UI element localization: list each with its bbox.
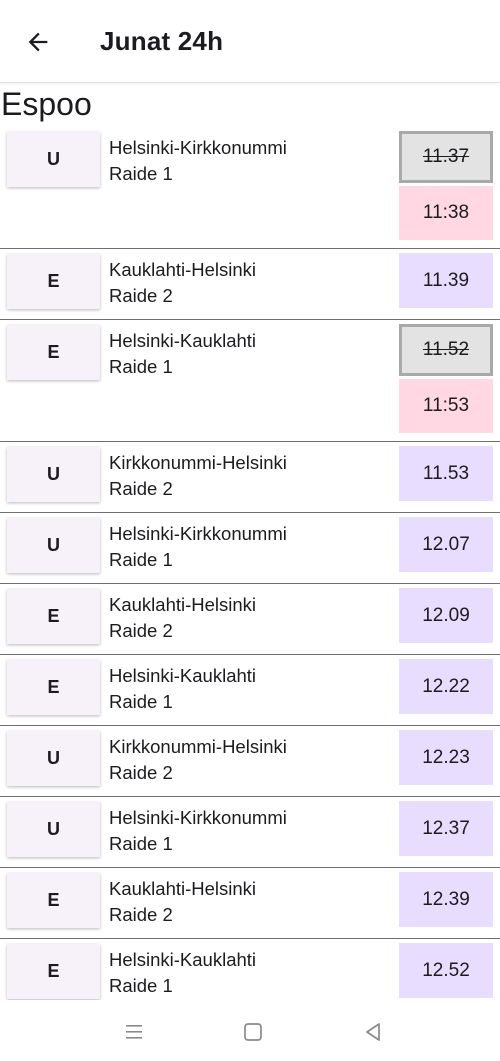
departure-time[interactable]: 12.22 xyxy=(399,659,493,714)
track-label: Raide 1 xyxy=(109,356,173,377)
line-badge[interactable]: U xyxy=(7,802,100,857)
line-badge[interactable]: E xyxy=(7,873,100,928)
route-name: Helsinki-Kauklahti xyxy=(109,949,257,970)
route-name: Kirkkonummi-Helsinki xyxy=(109,452,287,473)
route-info: Helsinki-Kauklahti Raide 1 xyxy=(109,328,256,380)
train-row[interactable]: U Kirkkonummi-Helsinki Raide 2 11.53 xyxy=(0,442,500,513)
line-badge[interactable]: E xyxy=(7,944,100,999)
train-row[interactable]: U Kirkkonummi-Helsinki Raide 2 12.23 xyxy=(0,726,500,797)
route-name: Kauklahti-Helsinki xyxy=(109,259,257,280)
system-back-button[interactable] xyxy=(359,1018,387,1046)
station-name: Espoo xyxy=(1,86,92,122)
train-row[interactable]: U Helsinki-Kirkkonummi Raide 1 11.37 11:38 xyxy=(0,127,500,249)
line-badge[interactable]: U xyxy=(7,132,100,187)
departure-time[interactable]: 12.52 xyxy=(399,943,493,998)
route-info: Helsinki-Kirkkonummi Raide 1 xyxy=(109,521,287,573)
route-info: Helsinki-Kauklahti Raide 1 xyxy=(109,947,256,999)
route-info: Kirkkonummi-Helsinki Raide 2 xyxy=(109,450,287,502)
arrow-back-icon xyxy=(28,32,48,52)
train-row[interactable]: E Kauklahti-Helsinki Raide 2 12.09 xyxy=(0,584,500,655)
line-badge[interactable]: E xyxy=(7,325,100,380)
route-info: Kauklahti-Helsinki Raide 2 xyxy=(109,592,256,644)
departure-time[interactable]: 12.37 xyxy=(399,801,493,856)
back-button[interactable] xyxy=(18,22,58,62)
route-info: Helsinki-Kirkkonummi Raide 1 xyxy=(109,135,287,187)
train-row[interactable]: U Helsinki-Kirkkonummi Raide 1 12.37 xyxy=(0,797,500,868)
recent-apps-icon xyxy=(126,1025,142,1039)
train-row[interactable]: U Helsinki-Kirkkonummi Raide 1 12.07 xyxy=(0,513,500,584)
route-name: Helsinki-Kirkkonummi xyxy=(109,137,287,158)
track-label: Raide 1 xyxy=(109,163,173,184)
train-row[interactable]: E Helsinki-Kauklahti Raide 1 12.22 xyxy=(0,655,500,726)
track-label: Raide 2 xyxy=(109,285,173,306)
track-label: Raide 1 xyxy=(109,833,173,854)
route-name: Helsinki-Kirkkonummi xyxy=(109,523,287,544)
track-label: Raide 2 xyxy=(109,478,173,499)
train-row[interactable]: E Kauklahti-Helsinki Raide 2 11.39 xyxy=(0,249,500,320)
route-name: Kauklahti-Helsinki xyxy=(109,878,257,899)
line-badge[interactable]: E xyxy=(7,589,100,644)
train-row[interactable]: E Helsinki-Kauklahti Raide 1 11.52 11:53 xyxy=(0,320,500,442)
train-row[interactable]: E Kauklahti-Helsinki Raide 2 12.39 xyxy=(0,868,500,939)
page-title: Junat 24h xyxy=(100,26,224,56)
line-badge[interactable]: U xyxy=(7,447,100,502)
line-badge[interactable]: E xyxy=(7,660,100,715)
route-name: Helsinki-Kirkkonummi xyxy=(109,807,287,828)
line-badge[interactable]: E xyxy=(7,254,100,309)
route-info: Kauklahti-Helsinki Raide 2 xyxy=(109,876,256,928)
route-info: Kirkkonummi-Helsinki Raide 2 xyxy=(109,734,287,786)
recent-apps-button[interactable] xyxy=(120,1018,148,1046)
departure-time[interactable]: 12.23 xyxy=(399,730,493,785)
route-info: Helsinki-Kirkkonummi Raide 1 xyxy=(109,805,287,857)
route-name: Kirkkonummi-Helsinki xyxy=(109,736,287,757)
track-label: Raide 1 xyxy=(109,975,173,996)
track-label: Raide 2 xyxy=(109,762,173,783)
scheduled-time-cancelled[interactable]: 11.52 xyxy=(399,324,493,376)
train-row[interactable]: E Helsinki-Kauklahti Raide 1 12.52 xyxy=(0,939,500,1000)
route-info: Kauklahti-Helsinki Raide 2 xyxy=(109,257,256,309)
route-info: Helsinki-Kauklahti Raide 1 xyxy=(109,663,256,715)
system-back-icon xyxy=(366,1023,380,1041)
departure-time[interactable]: 11.39 xyxy=(399,253,493,308)
departure-time[interactable]: 12.39 xyxy=(399,872,493,927)
route-name: Helsinki-Kauklahti xyxy=(109,665,257,686)
departure-time[interactable]: 11.53 xyxy=(399,446,493,501)
line-badge[interactable]: U xyxy=(7,518,100,573)
route-name: Kauklahti-Helsinki xyxy=(109,594,257,615)
track-label: Raide 1 xyxy=(109,691,173,712)
track-label: Raide 2 xyxy=(109,620,173,641)
track-label: Raide 1 xyxy=(109,549,173,570)
track-label: Raide 2 xyxy=(109,904,173,925)
departure-time[interactable]: 12.07 xyxy=(399,517,493,572)
estimated-time[interactable]: 11:38 xyxy=(399,186,493,240)
train-list[interactable]: U Helsinki-Kirkkonummi Raide 1 11.37 11:38 E K… xyxy=(0,127,500,1000)
app-bar: Junat 24h xyxy=(0,0,500,83)
scheduled-time-cancelled[interactable]: 11.37 xyxy=(399,131,493,183)
home-button[interactable] xyxy=(239,1018,267,1046)
estimated-time[interactable]: 11:53 xyxy=(399,379,493,433)
system-navigation-bar xyxy=(0,1000,500,1061)
departure-time[interactable]: 12.09 xyxy=(399,588,493,643)
home-icon xyxy=(244,1023,262,1041)
route-name: Helsinki-Kauklahti xyxy=(109,330,257,351)
line-badge[interactable]: U xyxy=(7,731,100,786)
